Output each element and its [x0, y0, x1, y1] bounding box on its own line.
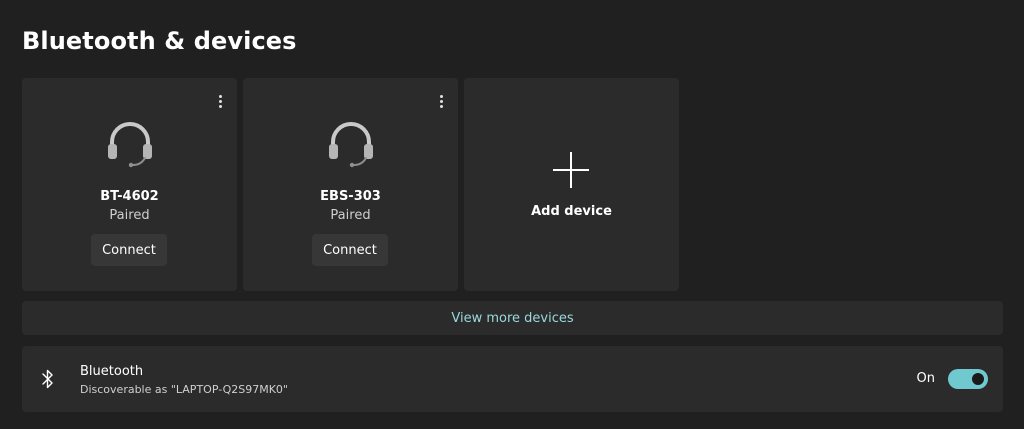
device-status: Paired — [330, 208, 371, 223]
bluetooth-setting-row: Bluetooth Discoverable as "LAPTOP-Q2S97M… — [22, 346, 1003, 412]
headset-icon — [108, 122, 152, 168]
connect-button[interactable]: Connect — [312, 234, 388, 266]
bluetooth-toggle[interactable] — [948, 369, 988, 389]
device-status: Paired — [109, 208, 150, 223]
connect-button[interactable]: Connect — [91, 234, 167, 266]
add-device-label: Add device — [531, 204, 612, 219]
bluetooth-title: Bluetooth — [80, 364, 144, 379]
bluetooth-discoverable-text: Discoverable as "LAPTOP-Q2S97MK0" — [80, 383, 288, 396]
more-options-button[interactable] — [432, 90, 450, 112]
dot-icon — [439, 104, 443, 108]
plus-icon — [553, 152, 589, 188]
bluetooth-state-label: On — [916, 371, 935, 386]
bluetooth-icon — [42, 369, 53, 389]
device-name: BT-4602 — [100, 189, 159, 204]
view-more-devices-button[interactable]: View more devices — [22, 301, 1003, 335]
device-cards: BT-4602 Paired Connect EBS-303 Paired Co… — [22, 78, 679, 291]
page-title: Bluetooth & devices — [22, 27, 297, 55]
more-options-button[interactable] — [211, 90, 229, 112]
device-card-bt-4602: BT-4602 Paired Connect — [22, 78, 237, 291]
dot-icon — [218, 104, 222, 108]
dot-icon — [439, 94, 443, 98]
headset-icon — [329, 122, 373, 168]
device-name: EBS-303 — [320, 189, 381, 204]
dot-icon — [218, 99, 222, 103]
settings-page: Bluetooth & devices BT-4602 Paired Conne… — [0, 0, 1024, 429]
device-card-ebs-303: EBS-303 Paired Connect — [243, 78, 458, 291]
dot-icon — [439, 99, 443, 103]
toggle-knob — [972, 373, 984, 385]
dot-icon — [218, 94, 222, 98]
add-device-button[interactable]: Add device — [464, 78, 679, 291]
